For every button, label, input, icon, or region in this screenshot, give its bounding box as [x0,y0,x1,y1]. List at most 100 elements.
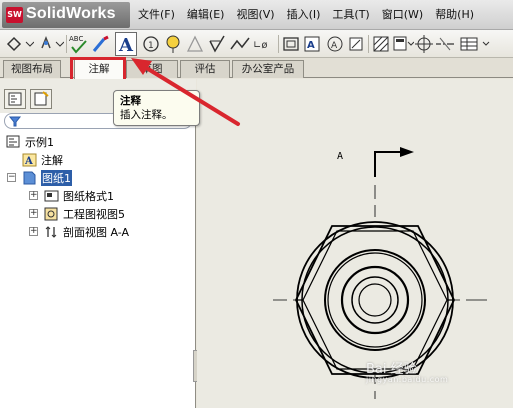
menu-view[interactable]: 视图(V) [230,0,280,30]
tab-office-products[interactable]: 办公室产品 [232,60,304,78]
tree-item-section-view-label: 剖面视图 A-A [63,226,130,239]
sheet-collapse-toggle[interactable]: − [7,173,16,182]
tab-view-layout[interactable]: 视图布局 [3,60,61,78]
property-manager-icon [34,91,49,106]
drawing-view-expand-toggle[interactable]: + [29,209,38,218]
annotations-folder-icon: A [22,153,37,167]
centerline-icon [436,37,454,51]
geometric-tolerance-button[interactable]: ∟ø [252,33,276,55]
format-painter-button[interactable] [90,33,112,55]
tree-item-sheet-format-label: 图纸格式1 [63,190,114,203]
menu-help[interactable]: 帮助(H) [429,0,480,30]
solidworks-logo[interactable]: SW SolidWorks [2,2,130,28]
annotation-toolbar: ABC A 1 ∟ø A A [0,30,513,58]
surface-finish-button[interactable] [184,33,206,55]
tree-item-section-view[interactable]: 剖面视图 A-A [44,223,129,241]
format-painter-icon [92,35,109,52]
auto-balloon-icon [166,35,180,53]
geometric-tolerance-icon: ∟ø [253,40,268,51]
revision-cloud-icon [349,37,363,51]
block-insert-button[interactable] [392,33,414,55]
revision-cloud-button[interactable] [346,33,366,55]
feature-tree-tab[interactable] [4,89,26,109]
section-view-icon [45,226,57,238]
surface-finish-icon [209,35,225,53]
watermark-url: jingyan.baidu.com [366,375,449,384]
menu-file[interactable]: 文件(F) [132,0,181,30]
tooltip-description: 插入注释。 [120,109,173,121]
balloon-button[interactable]: 1 [140,33,162,55]
note-in-box-button[interactable]: A [302,33,322,55]
tree-item-drawing-view-label: 工程图视图5 [63,208,125,221]
tree-item-sheet[interactable]: 图纸1 [22,169,72,187]
filter-icon [8,116,22,127]
drawing-canvas[interactable]: A [197,79,513,408]
tab-annotation[interactable]: 注解 [74,58,124,79]
centerline-button[interactable] [434,33,456,55]
section-line [374,151,404,177]
area-hatch-icon [373,36,389,52]
tree-item-drawing-view[interactable]: 工程图视图5 [44,205,125,223]
drawing-sheet: A [273,147,487,399]
property-tab[interactable] [30,89,52,109]
block-button[interactable] [281,33,301,55]
auto-balloon-button[interactable] [162,33,184,55]
svg-text:A: A [331,41,338,51]
model-items-button[interactable] [36,33,64,55]
watermark: Bai 经验 jingyan.baidu.com [366,358,448,384]
surface-finish-symbol-button[interactable] [206,33,228,55]
svg-text:∟ø: ∟ø [253,40,268,51]
datum-feature-icon: A [327,36,343,52]
weld-symbol-icon [230,37,250,50]
svg-text:A: A [118,35,134,55]
smart-dimension-icon [6,36,34,52]
menu-window[interactable]: 窗口(W) [376,0,429,30]
center-mark-button[interactable] [414,33,434,55]
toolbar-separator [278,35,279,53]
section-view-expand-toggle[interactable]: + [29,227,38,236]
sheet-icon [23,171,36,185]
note-button[interactable]: A [115,32,137,56]
feature-manager-panel: 示例1 A 注解 − 图纸1 + 图纸格式1 + 工程图视图5 + 剖面视图 A… [0,79,196,408]
sheet-format-expand-toggle[interactable]: + [29,191,38,200]
drawing-document-icon [6,135,20,148]
spell-check-button[interactable]: ABC [68,33,90,55]
datum-target-icon [186,35,204,52]
block-icon [283,37,299,51]
section-label: A [337,151,343,162]
svg-text:1: 1 [148,41,154,51]
datum-feature-button[interactable]: A [324,33,346,55]
note-tooltip: 注释 插入注释。 [113,90,200,126]
smart-dimension-button[interactable] [4,33,34,55]
svg-text:A: A [307,40,315,51]
menu-tools[interactable]: 工具(T) [326,0,375,30]
svg-text:ABC: ABC [69,35,83,43]
table-icon [460,37,490,51]
menu-edit[interactable]: 编辑(E) [181,0,231,30]
tooltip-title: 注释 [120,95,141,107]
balloon-icon: 1 [143,36,159,52]
menu-insert[interactable]: 插入(I) [281,0,327,30]
table-button[interactable] [458,33,494,55]
tree-item-sheet-format[interactable]: 图纸格式1 [44,187,114,205]
toolbar-separator [66,35,67,53]
block-insert-icon [393,36,414,51]
tree-item-annotations-label: 注解 [41,154,63,167]
app-name: SolidWorks [26,5,116,22]
hex-nut-view [294,221,456,379]
logo-badge: SW [6,7,23,23]
tab-evaluate[interactable]: 评估 [180,60,230,78]
weld-symbol-button[interactable] [228,33,252,55]
toolbar-separator [368,35,369,53]
tree-root-label: 示例1 [25,136,54,149]
tree-root[interactable]: 示例1 [6,133,54,151]
feature-tree-icon [8,92,22,106]
note-a-icon: A [118,35,134,55]
menu-bar: 文件(F) 编辑(E) 视图(V) 插入(I) 工具(T) 窗口(W) 帮助(H… [132,0,480,30]
tree-item-sheet-label: 图纸1 [41,170,72,186]
sheet-format-icon [44,190,59,202]
center-mark-icon [415,35,433,53]
area-hatch-button[interactable] [371,33,391,55]
tree-item-annotations[interactable]: A 注解 [22,151,63,169]
tab-sketch[interactable]: 草图 [126,60,178,78]
